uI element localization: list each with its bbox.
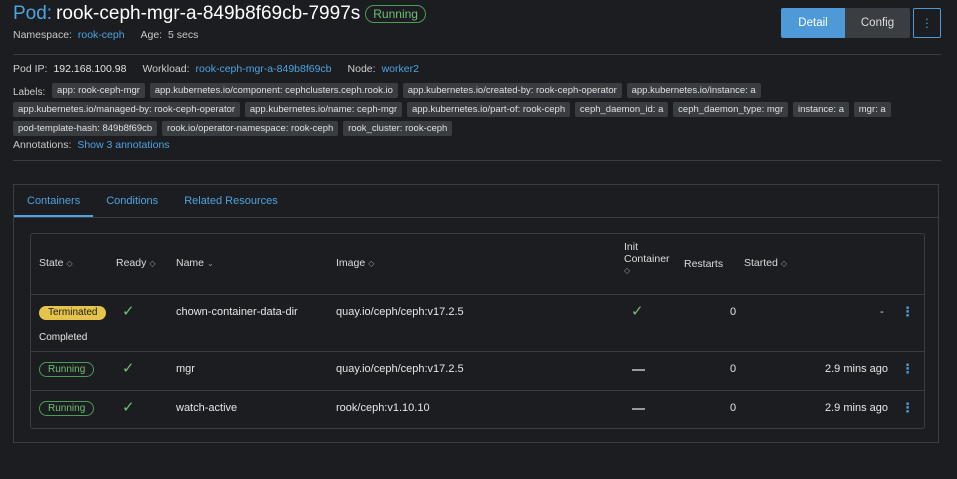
state-badge: Running (39, 362, 95, 377)
sort-icon: ◇ (66, 259, 73, 268)
ready-check-icon: ✓ (122, 303, 135, 320)
node-link[interactable]: worker2 (382, 63, 419, 75)
annotations-label: Annotations: (13, 139, 72, 151)
init-container-dash-icon (632, 408, 645, 410)
container-image: quay.io/ceph/ceph:v17.2.5 (336, 363, 464, 375)
column-header-label: Image (336, 257, 366, 269)
label-chip: ceph_daemon_type: mgr (673, 102, 789, 118)
sort-icon: ◇ (780, 259, 788, 268)
container-image: rook/ceph:v1.10.10 (336, 402, 430, 414)
label-chip: rook.io/operator-namespace: rook-ceph (161, 121, 339, 137)
restart-count: 0 (730, 363, 737, 375)
started-time: 2.9 mins ago (825, 402, 888, 414)
container-name: mgr (176, 363, 195, 375)
workload-link[interactable]: rook-ceph-mgr-a-849b8f69cb (196, 63, 332, 75)
state-detail: Completed (39, 332, 88, 343)
label-chip: mgr: a (853, 102, 891, 118)
sort-icon: ◇ (624, 266, 631, 275)
column-header-init-container[interactable]: Init Container ◇ (624, 241, 670, 277)
label-chip: app: rook-ceph-mgr (52, 83, 145, 98)
column-header-label: Ready (116, 257, 147, 269)
column-header-label: Name (176, 257, 205, 269)
label-chip: app.kubernetes.io/instance: a (626, 83, 761, 98)
column-header-label: Started (744, 257, 778, 269)
tab-containers[interactable]: Containers (14, 185, 94, 217)
state-badge: Terminated (39, 306, 107, 320)
more-actions-button[interactable]: ⋮ (913, 8, 941, 38)
page-title: rook-ceph-mgr-a-849b8f69cb-7997s (56, 3, 361, 24)
label-chip: rook_cluster: rook-ceph (343, 121, 453, 137)
state-badge: Running (39, 401, 95, 416)
column-header-ready[interactable]: Ready ◇ (116, 257, 156, 269)
column-header-name[interactable]: Name ⌄ (176, 257, 214, 269)
detail-button[interactable]: Detail (781, 8, 845, 38)
column-header-label: Init (624, 241, 639, 253)
pod-ip-value: 192.168.100.98 (53, 63, 127, 75)
started-time: 2.9 mins ago (825, 363, 888, 375)
container-image: quay.io/ceph/ceph:v17.2.5 (336, 306, 464, 318)
labels-section: Labels: app: rook-ceph-mgr app.kubernete… (13, 83, 943, 140)
ready-check-icon: ✓ (122, 399, 135, 416)
namespace-label: Namespace: (13, 29, 72, 41)
restart-count: 0 (730, 402, 737, 414)
workload-label: Workload: (142, 63, 190, 75)
label-chip: app.kubernetes.io/part-of: rook-ceph (406, 102, 571, 118)
init-container-check-icon: ✓ (631, 303, 644, 320)
restart-count: 0 (730, 306, 737, 318)
ready-check-icon: ✓ (122, 360, 135, 377)
sort-icon: ⌄ (207, 259, 214, 268)
pod-ip-label: Pod IP: (13, 63, 48, 75)
container-name: chown-container-data-dir (176, 306, 298, 318)
label-chip: pod-template-hash: 849b8f69cb (13, 121, 158, 137)
column-header-image[interactable]: Image ◇ (336, 257, 374, 269)
init-container-dash-icon (632, 369, 645, 371)
column-header-state[interactable]: State ◇ (39, 257, 73, 269)
label-chip: ceph_daemon_id: a (574, 102, 669, 118)
column-header-started[interactable]: Started ◇ (744, 257, 787, 269)
label-chip: app.kubernetes.io/component: cephcluster… (149, 83, 398, 98)
row-divider (31, 390, 924, 391)
divider (13, 54, 941, 55)
config-button[interactable]: Config (845, 8, 910, 38)
column-header-label: State (39, 257, 64, 269)
label-chip: app.kubernetes.io/created-by: rook-ceph-… (402, 83, 622, 98)
tab-bar: Containers Conditions Related Resources (14, 185, 938, 218)
label-chip: instance: a (793, 102, 849, 118)
pod-info-row: Pod IP: 192.168.100.98 Workload: rook-ce… (13, 63, 435, 75)
row-divider (31, 351, 924, 352)
namespace-link[interactable]: rook-ceph (78, 29, 125, 41)
row-actions-icon[interactable]: ⋮ (901, 361, 914, 377)
annotations-row: Annotations: Show 3 annotations (13, 139, 170, 151)
page-header: Pod: rook-ceph-mgr-a-849b8f69cb-7997s Ru… (13, 3, 426, 41)
sort-icon: ◇ (368, 259, 375, 268)
age-value: 5 secs (168, 29, 199, 41)
show-annotations-link[interactable]: Show 3 annotations (77, 139, 169, 151)
label-chip: app.kubernetes.io/name: ceph-mgr (244, 102, 403, 118)
detail-panel: Containers Conditions Related Resources … (13, 184, 939, 443)
label-chip: app.kubernetes.io/managed-by: rook-ceph-… (13, 102, 241, 118)
view-toggle: Detail Config ⋮ (781, 8, 941, 38)
row-divider (31, 294, 924, 295)
resource-kind: Pod: (13, 3, 53, 24)
labels-heading: Labels: (13, 87, 46, 99)
node-label: Node: (347, 63, 376, 75)
column-header-label: Restarts (684, 258, 724, 270)
tab-conditions[interactable]: Conditions (93, 185, 171, 217)
column-header-label: Container (624, 253, 670, 265)
row-actions-icon[interactable]: ⋮ (901, 400, 914, 416)
containers-table: State ◇ Ready ◇ Name ⌄ Image ◇ Init Containe… (30, 233, 925, 429)
divider (13, 160, 941, 161)
started-time: - (880, 306, 884, 318)
sort-icon: ◇ (149, 259, 156, 268)
status-badge: Running (365, 5, 426, 23)
row-actions-icon[interactable]: ⋮ (901, 304, 914, 320)
column-header-restarts[interactable]: Restarts (684, 258, 723, 270)
tab-related-resources[interactable]: Related Resources (171, 185, 291, 217)
container-name: watch-active (176, 402, 238, 414)
age-label: Age: (140, 29, 163, 41)
